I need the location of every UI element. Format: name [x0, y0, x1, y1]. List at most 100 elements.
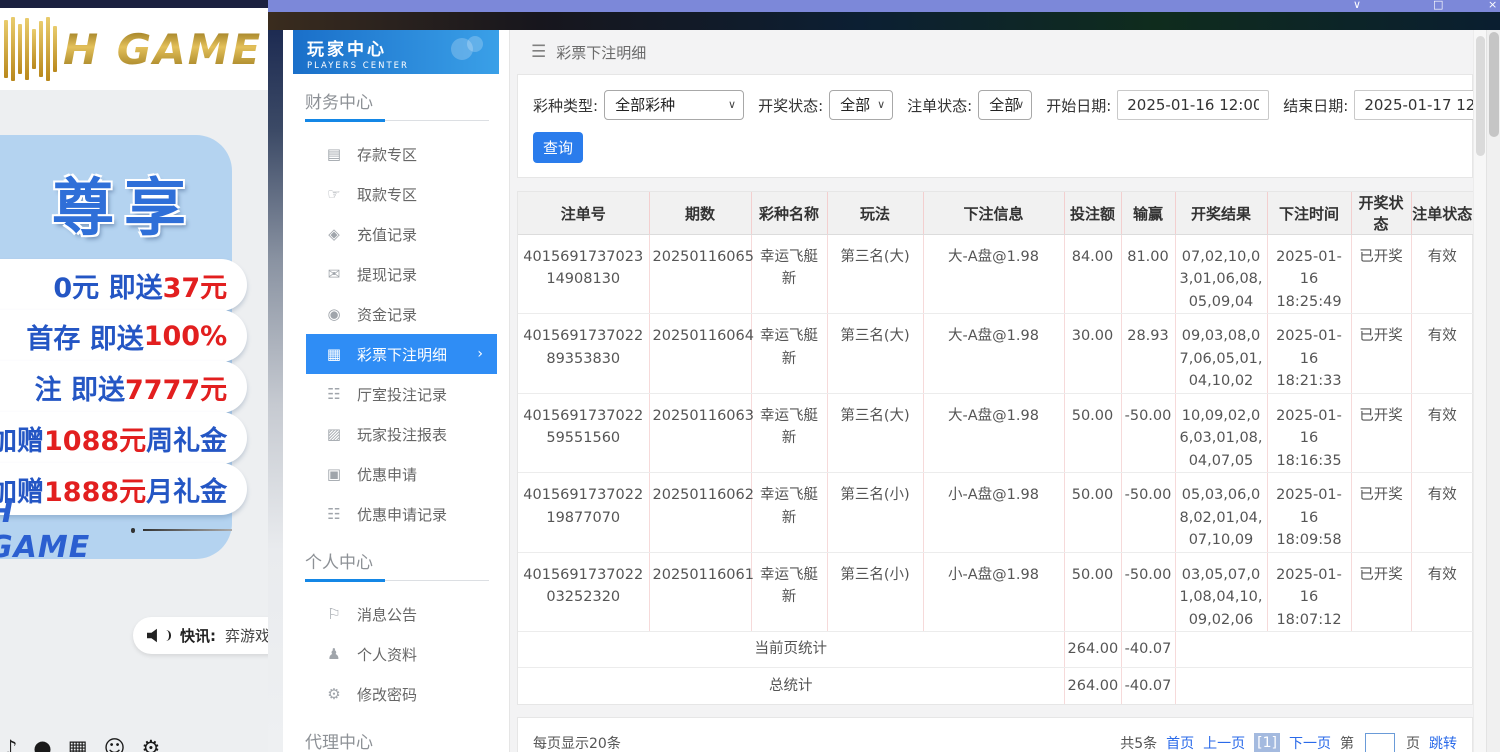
sidebar-item[interactable]: ▦ 彩票下注明细 ›: [306, 334, 497, 374]
menu-item-icon: ✉: [325, 265, 343, 283]
draw-status-label: 开奖状态:: [758, 95, 823, 116]
sidebar-subtitle: PLAYERS CENTER: [307, 61, 485, 71]
cell-bet-status: 有效: [1411, 235, 1473, 314]
logo-barcode-icon: [4, 17, 57, 81]
chevron-down-icon: ∨: [728, 91, 736, 119]
sidebar-item[interactable]: ◈充值记录: [306, 214, 497, 254]
sidebar-item[interactable]: ▣优惠申请: [306, 454, 497, 494]
site-banner-strip: [268, 12, 1500, 30]
sidebar-item[interactable]: ⚐消息公告: [306, 594, 497, 634]
taskbar-icon[interactable]: ♪: [4, 736, 17, 752]
column-header: 期数: [649, 192, 751, 235]
sidebar-item-label: 优惠申请记录: [357, 504, 447, 525]
cell-result: 10,09,02,06,03,01,08,04,07,05: [1175, 393, 1267, 472]
cell-play: 第三名(大): [827, 393, 923, 472]
cell-winloss: 81.00: [1121, 235, 1175, 314]
window-scrollbar[interactable]: [1486, 30, 1500, 752]
background-site: H GAME 尊享 0元 即送37元 首存 即送100% 注 即送7777元 加…: [0, 0, 268, 752]
prev-page-link[interactable]: 上一页: [1203, 733, 1245, 752]
sidebar-item[interactable]: ☷ 优惠申请记录: [306, 494, 497, 534]
sidebar-item-label: 提现记录: [357, 264, 417, 285]
lottery-type-select[interactable]: 全部彩种 ∨: [604, 90, 744, 120]
sidebar-item-label: 修改密码: [357, 684, 417, 705]
jump-suffix: 页: [1406, 733, 1420, 752]
sidebar-item[interactable]: ◉资金记录: [306, 294, 497, 334]
promo-pill[interactable]: 首存 即送100%: [0, 310, 247, 362]
news-ticker: 快讯: 弈游戏,: [133, 617, 268, 654]
summary-winloss: -40.07: [1121, 632, 1175, 668]
cell-winloss: -50.00: [1121, 552, 1175, 631]
table-row: 401569173702203252320 20250116061 幸运飞艇新 …: [518, 552, 1473, 631]
cell-bet-id: 401569173702314908130: [518, 235, 649, 314]
menu-item-icon: ☷: [325, 505, 343, 523]
cell-info: 小-A盘@1.98: [923, 473, 1064, 552]
scrollbar-thumb[interactable]: [1476, 36, 1485, 156]
menu-item-icon: ▦: [325, 345, 343, 363]
promo-pill[interactable]: 0元 即送37元: [0, 259, 247, 311]
cell-period: 20250116061: [649, 552, 751, 631]
site-topbar: [0, 0, 268, 8]
sidebar-item[interactable]: ☞取款专区: [306, 174, 497, 214]
table-row: 401569173702289353830 20250116064 幸运飞艇新 …: [518, 314, 1473, 393]
screen: H GAME 尊享 0元 即送37元 首存 即送100% 注 即送7777元 加…: [0, 0, 1500, 752]
sidebar-item-label: 消息公告: [357, 604, 417, 625]
personal-menu: ⚐消息公告 ♟ 个人资料 ⚙修改密码: [283, 594, 509, 714]
sidebar-item[interactable]: ⚙修改密码: [306, 674, 497, 714]
taskbar-icon[interactable]: ▦: [68, 736, 88, 752]
per-page-label: 每页显示20条: [533, 733, 621, 752]
sidebar-item-label: 彩票下注明细: [357, 344, 447, 365]
scrollbar-thumb[interactable]: [1489, 32, 1499, 137]
sidebar-item[interactable]: ☷厅室投注记录: [306, 374, 497, 414]
left-edge-gradient: [268, 30, 283, 752]
cell-lottery: 幸运飞艇新: [751, 235, 827, 314]
cell-play: 第三名(小): [827, 552, 923, 631]
cell-winloss: 28.93: [1121, 314, 1175, 393]
menu-item-icon: ☞: [325, 185, 343, 203]
sidebar-item[interactable]: ♟ 个人资料: [306, 634, 497, 674]
sidebar: 玩家中心 PLAYERS CENTER 财务中心 ▤存款专区 ☞取款专区 ◈充值…: [283, 30, 510, 752]
cell-bet-id: 401569173702289353830: [518, 314, 649, 393]
query-button[interactable]: 查询: [533, 132, 583, 163]
lottery-type-value: 全部彩种: [615, 96, 675, 114]
cell-info: 小-A盘@1.98: [923, 552, 1064, 631]
menu-item-icon: ▨: [325, 425, 343, 443]
ticker-label: 快讯:: [180, 625, 216, 646]
column-header: 投注额: [1064, 192, 1121, 235]
maximize-icon[interactable]: □: [1433, 0, 1443, 12]
cell-winloss: -50.00: [1121, 393, 1175, 472]
bet-status-select[interactable]: 全部∨: [978, 90, 1032, 120]
taskbar-icon[interactable]: ☺: [104, 736, 126, 752]
close-icon[interactable]: ×: [1488, 0, 1497, 12]
column-header: 彩种名称: [751, 192, 827, 235]
chevron-down-icon: ∨: [1016, 91, 1024, 119]
taskbar-icon[interactable]: ⚙: [141, 736, 160, 752]
cell-lottery: 幸运飞艇新: [751, 473, 827, 552]
sidebar-item[interactable]: ▤存款专区: [306, 134, 497, 174]
sidebar-item[interactable]: ▨玩家投注报表: [306, 414, 497, 454]
cell-lottery: 幸运飞艇新: [751, 393, 827, 472]
content-scrollbar[interactable]: [1473, 30, 1486, 752]
page-jump-input[interactable]: [1365, 733, 1395, 752]
taskbar-icon[interactable]: ●: [33, 736, 51, 752]
next-page-link[interactable]: 下一页: [1289, 733, 1331, 752]
menu-item-icon: ♟: [325, 645, 343, 663]
sidebar-item-label: 个人资料: [357, 644, 417, 665]
promo-pill[interactable]: 加赠1088元周礼金: [0, 412, 247, 464]
cell-winloss: -50.00: [1121, 473, 1175, 552]
window-titlebar: ∨ □ ×: [268, 0, 1500, 12]
start-date-input[interactable]: [1117, 90, 1269, 120]
minimize-icon[interactable]: ∨: [1353, 0, 1361, 12]
speaker-wave-icon: [166, 630, 171, 641]
cell-time: 2025-01-16 18:07:12: [1267, 552, 1351, 631]
chevron-right-icon: ›: [477, 346, 497, 362]
jump-link[interactable]: 跳转: [1429, 733, 1457, 752]
first-page-link[interactable]: 首页: [1166, 733, 1194, 752]
draw-status-value: 全部: [840, 96, 870, 114]
promo-pill[interactable]: 注 即送7777元: [0, 361, 247, 413]
sidebar-item[interactable]: ✉ 提现记录: [306, 254, 497, 294]
taskbar-icon-row: ♪ ● ▦ ☺ ⚙: [4, 736, 160, 752]
draw-status-select[interactable]: 全部∨: [829, 90, 893, 120]
cell-draw-status: 已开奖: [1351, 552, 1411, 631]
hamburger-icon[interactable]: ☰: [531, 42, 546, 62]
promo-pill-list: 0元 即送37元 首存 即送100% 注 即送7777元 加赠1088元周礼金 …: [0, 259, 247, 514]
